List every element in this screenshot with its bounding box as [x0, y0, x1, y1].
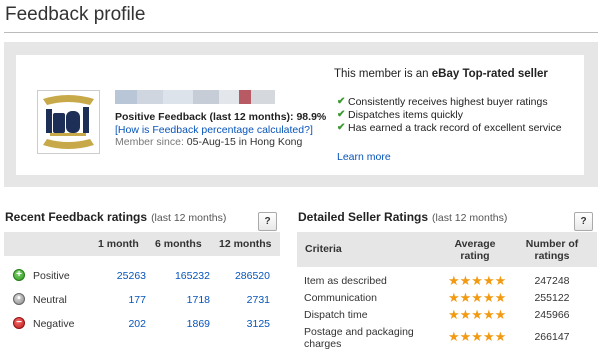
rating-count: 245966	[534, 309, 570, 321]
positive-1-month-count[interactable]: 25263	[100, 270, 146, 282]
top-rated-benefits-list: ✔ Consistently receives highest buyer rat…	[337, 96, 562, 135]
column-header-criteria: Criteria	[305, 243, 342, 255]
member-since-value: 05-Aug-15 in Hong Kong	[186, 136, 303, 148]
benefit-label: Dispatches items quickly	[348, 109, 463, 121]
neutral-6-months-count[interactable]: 1718	[162, 294, 210, 306]
negative-12-months-count[interactable]: 3125	[224, 318, 270, 330]
detailed-ratings-subtitle: (last 12 months)	[432, 212, 508, 224]
neutral-1-month-count[interactable]: 177	[100, 294, 146, 306]
negative-6-months-count[interactable]: 1869	[162, 318, 210, 330]
top-rated-prefix: This member is an	[334, 68, 432, 80]
positive-6-months-count[interactable]: 165232	[162, 270, 210, 282]
title-divider	[4, 32, 598, 33]
no1-logo-icon[interactable]	[37, 90, 100, 154]
five-star-rating-icon: ★★★★★	[448, 273, 507, 288]
detailed-ratings-table: Criteria Average rating Number of rating…	[297, 232, 597, 351]
column-header-6-months: 6 months	[155, 238, 202, 250]
rating-label: Neutral	[33, 294, 67, 306]
top-rated-heading: This member is an eBay Top-rated seller	[334, 68, 548, 80]
five-star-rating-icon: ★★★★★	[448, 290, 507, 305]
benefit-item: ✔ Dispatches items quickly	[337, 109, 562, 122]
detailed-ratings-title-text: Detailed Seller Ratings	[298, 210, 429, 224]
page-title: Feedback profile	[5, 4, 146, 25]
feedback-calculation-link[interactable]: [How is Feedback percentage calculated?]	[115, 124, 313, 136]
positive-12-months-count[interactable]: 286520	[224, 270, 270, 282]
check-icon: ✔	[337, 122, 346, 133]
check-icon: ✔	[337, 96, 346, 107]
benefit-label: Consistently receives highest buyer rati…	[348, 96, 548, 108]
neutral-12-months-count[interactable]: 2731	[224, 294, 270, 306]
column-header-1-month: 1 month	[98, 238, 139, 250]
positive-plus-icon: +	[13, 269, 25, 281]
table-row-neutral: • Neutral 177 1718 2731	[4, 290, 280, 312]
detailed-ratings-table-header: Criteria Average rating Number of rating…	[297, 232, 597, 267]
member-since-label: Member since:	[115, 136, 184, 148]
criteria-label: Item as described	[304, 275, 387, 287]
negative-1-month-count[interactable]: 202	[100, 318, 146, 330]
learn-more-link[interactable]: Learn more	[337, 151, 391, 163]
detailed-ratings-title: Detailed Seller Ratings (last 12 months)	[298, 210, 507, 224]
benefit-item: ✔ Has earned a track record of excellent …	[337, 122, 562, 135]
benefit-label: Has earned a track record of excellent s…	[348, 122, 562, 134]
benefit-item: ✔ Consistently receives highest buyer rat…	[337, 96, 562, 109]
recent-feedback-table-header: 1 month 6 months 12 months	[4, 232, 280, 256]
rating-count: 266147	[534, 331, 570, 343]
table-row-negative: − Negative 202 1869 3125	[4, 314, 280, 336]
column-header-12-months: 12 months	[219, 238, 272, 250]
five-star-rating-icon: ★★★★★	[448, 329, 507, 344]
five-star-rating-icon: ★★★★★	[448, 307, 507, 322]
detailed-ratings-help-button[interactable]: ?	[574, 212, 593, 231]
member-since: Member since: 05-Aug-15 in Hong Kong	[115, 136, 302, 148]
table-row-positive: + Positive 25263 165232 286520	[4, 266, 280, 288]
rating-label: Positive	[33, 270, 70, 282]
negative-minus-icon: −	[13, 317, 25, 329]
check-icon: ✔	[337, 109, 346, 120]
recent-feedback-title: Recent Feedback ratings (last 12 months)	[5, 210, 226, 224]
neutral-dot-icon: •	[13, 293, 25, 305]
criteria-label: Dispatch time	[304, 309, 368, 321]
column-header-number-of-ratings: Number of ratings	[525, 238, 579, 262]
recent-feedback-help-button[interactable]: ?	[258, 212, 277, 231]
recent-feedback-subtitle: (last 12 months)	[151, 212, 227, 224]
rating-count: 247248	[534, 275, 570, 287]
column-header-average-rating: Average rating	[454, 238, 496, 262]
rating-label: Negative	[33, 318, 75, 330]
top-rated-highlight: eBay Top-rated seller	[431, 68, 548, 80]
username-redacted	[115, 90, 275, 104]
positive-feedback-percentage: Positive Feedback (last 12 months): 98.9…	[115, 111, 327, 123]
rating-count: 255122	[534, 292, 570, 304]
criteria-label: Postage and packaging charges	[304, 326, 414, 350]
recent-feedback-title-text: Recent Feedback ratings	[5, 210, 148, 224]
recent-feedback-table: 1 month 6 months 12 months + Positive 25…	[4, 232, 280, 351]
criteria-label: Communication	[304, 292, 377, 304]
